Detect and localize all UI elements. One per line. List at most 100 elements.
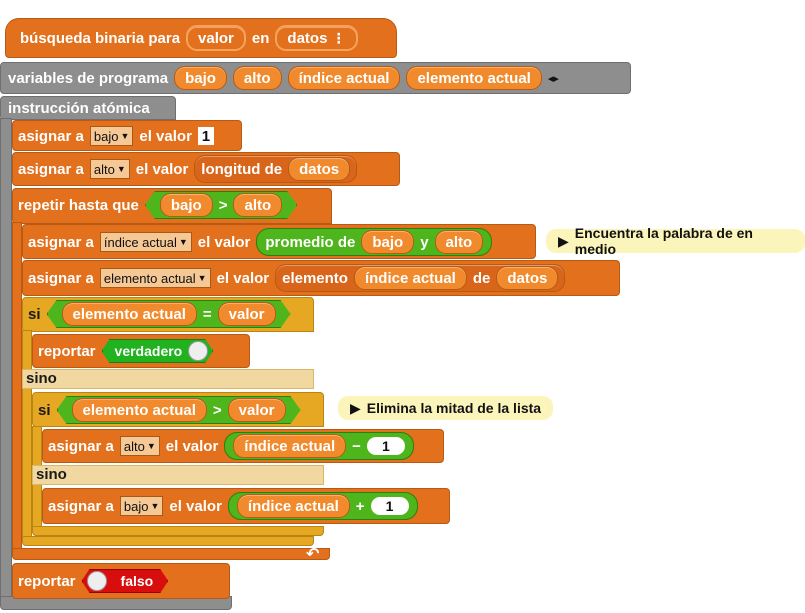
boolean-false-label: falso bbox=[120, 573, 154, 589]
comment-toggle-icon[interactable]: ▶ bbox=[350, 400, 361, 417]
and-label: y bbox=[420, 233, 429, 251]
else1-bar bbox=[22, 369, 314, 389]
set-elemento-row: asignar a elemento actual ▼ el valor elem… bbox=[28, 264, 566, 292]
var-bajo[interactable]: bajo bbox=[361, 230, 415, 254]
else-label: sino bbox=[36, 465, 67, 483]
atomic-left-arm bbox=[0, 118, 12, 598]
else2-row: sino bbox=[36, 462, 67, 486]
else1-row: sino bbox=[26, 366, 57, 390]
number-input[interactable]: 1 bbox=[370, 497, 409, 515]
if-label: si bbox=[38, 401, 51, 419]
var-indice-actual[interactable]: índice actual bbox=[236, 494, 350, 518]
operator: − bbox=[352, 437, 361, 455]
var-elemento-actual[interactable]: elemento actual bbox=[72, 398, 207, 422]
dropdown-arrow-icon: ▼ bbox=[146, 441, 156, 451]
boolean-false[interactable]: falso bbox=[82, 569, 169, 593]
vars-row: variables de programa bajo alto índice a… bbox=[8, 64, 559, 92]
value-label: el valor bbox=[169, 497, 222, 515]
boolean-true[interactable]: verdadero bbox=[102, 339, 214, 363]
var-dropdown-alto[interactable]: alto ▼ bbox=[119, 436, 160, 456]
add-remove-arrows-icon[interactable]: ◂▸ bbox=[548, 72, 559, 85]
comment-text: Elimina la mitad de la lista bbox=[366, 400, 542, 416]
repeat-bottom bbox=[12, 548, 330, 560]
comment-half[interactable]: ▶ Elimina la mitad de la lista bbox=[338, 396, 554, 420]
average-label: promedio de bbox=[265, 233, 356, 251]
toggle-knob-icon[interactable] bbox=[188, 341, 208, 361]
var-dropdown-bajo[interactable]: bajo ▼ bbox=[89, 126, 134, 146]
var-dropdown-alto[interactable]: alto ▼ bbox=[89, 159, 130, 179]
param-datos[interactable]: datos ⋮ bbox=[275, 25, 358, 51]
list-menu-icon[interactable]: ⋮ bbox=[332, 30, 346, 47]
value-label: el valor bbox=[135, 160, 189, 178]
comment-toggle-icon[interactable]: ▶ bbox=[558, 233, 569, 250]
report-label: reportar bbox=[18, 572, 76, 590]
var-valor[interactable]: valor bbox=[218, 302, 276, 326]
dropdown-arrow-icon: ▼ bbox=[178, 237, 188, 247]
set-bajo2-row: asignar a bajo ▼ el valor índice actual +1 bbox=[48, 492, 418, 520]
report-false-row: reportar falso bbox=[18, 567, 168, 595]
number-input[interactable]: 1 bbox=[197, 127, 214, 145]
if1-row: si elemento actual = valor bbox=[28, 300, 291, 328]
greater-than-predicate[interactable]: bajo > alto bbox=[145, 191, 297, 219]
if1-bottom bbox=[22, 536, 314, 546]
greater-than-predicate[interactable]: elemento actual > valor bbox=[57, 396, 301, 424]
var-alto[interactable]: alto bbox=[232, 66, 282, 90]
repeat-left-arm bbox=[12, 222, 22, 552]
toggle-knob-icon[interactable] bbox=[87, 571, 107, 591]
number-input[interactable]: 1 bbox=[366, 437, 405, 455]
dropdown-arrow-icon: ▼ bbox=[120, 131, 130, 141]
var-indice-actual[interactable]: índice actual bbox=[353, 266, 467, 290]
vars-label: variables de programa bbox=[8, 69, 169, 87]
var-bajo[interactable]: bajo bbox=[174, 66, 227, 90]
var-indice-actual[interactable]: índice actual bbox=[233, 434, 347, 458]
var-valor[interactable]: valor bbox=[228, 398, 286, 422]
dropdown-value: bajo bbox=[93, 128, 119, 144]
value-label: el valor bbox=[165, 437, 219, 455]
hat-row: búsqueda binaria para valor en datos ⋮ bbox=[20, 24, 358, 52]
assign-label: asignar a bbox=[48, 437, 114, 455]
report-label: reportar bbox=[38, 342, 96, 360]
average-reporter[interactable]: promedio de bajo y alto bbox=[256, 228, 493, 256]
set-indice-row: asignar a índice actual ▼ el valor promed… bbox=[28, 228, 493, 256]
param-valor[interactable]: valor bbox=[186, 25, 246, 51]
var-indice-actual[interactable]: índice actual bbox=[287, 66, 401, 90]
var-alto[interactable]: alto bbox=[434, 230, 484, 254]
comment-middle[interactable]: ▶ Encuentra la palabra de en medio bbox=[546, 225, 805, 257]
of-label: de bbox=[472, 269, 491, 287]
assign-label: asignar a bbox=[28, 233, 94, 251]
assign-label: asignar a bbox=[28, 269, 94, 287]
report-true-row: reportar verdadero bbox=[38, 337, 213, 365]
item-of-reporter[interactable]: elemento índice actual de datos bbox=[275, 264, 566, 292]
var-dropdown-bajo[interactable]: bajo ▼ bbox=[119, 496, 164, 516]
comment-text: Encuentra la palabra de en medio bbox=[574, 225, 753, 257]
var-datos[interactable]: datos bbox=[288, 157, 351, 181]
plus-reporter[interactable]: índice actual +1 bbox=[227, 492, 418, 520]
assign-label: asignar a bbox=[18, 127, 84, 145]
assign-label: asignar a bbox=[48, 497, 114, 515]
equals-predicate[interactable]: elemento actual = valor bbox=[47, 300, 291, 328]
if-label: si bbox=[28, 305, 41, 323]
value-label: el valor bbox=[216, 269, 270, 287]
operator: + bbox=[355, 497, 365, 515]
minus-reporter[interactable]: índice actual −1 bbox=[224, 432, 414, 460]
var-dropdown-elemento[interactable]: elemento actual ▼ bbox=[99, 268, 211, 288]
boolean-true-label: verdadero bbox=[114, 343, 183, 359]
if1-left-arm bbox=[22, 330, 32, 542]
else2-bar bbox=[32, 465, 324, 485]
hat-en: en bbox=[251, 29, 270, 47]
var-elemento-actual[interactable]: elemento actual bbox=[406, 66, 542, 90]
length-of-reporter[interactable]: longitud de datos bbox=[194, 155, 358, 183]
dropdown-arrow-icon: ▼ bbox=[150, 501, 160, 511]
var-datos[interactable]: datos bbox=[496, 266, 559, 290]
dropdown-value: alto bbox=[93, 161, 115, 177]
if2-row: si elemento actual > valor bbox=[38, 396, 301, 424]
else-label: sino bbox=[26, 369, 57, 387]
dropdown-arrow-icon: ▼ bbox=[116, 164, 126, 174]
dropdown-arrow-icon: ▼ bbox=[197, 273, 207, 283]
var-dropdown-indice[interactable]: índice actual ▼ bbox=[99, 232, 192, 252]
if2-bottom bbox=[32, 526, 324, 536]
var-elemento-actual[interactable]: elemento actual bbox=[62, 302, 197, 326]
loop-arrow-icon: ↶ bbox=[306, 546, 320, 563]
var-bajo[interactable]: bajo bbox=[160, 193, 213, 217]
var-alto[interactable]: alto bbox=[233, 193, 282, 217]
